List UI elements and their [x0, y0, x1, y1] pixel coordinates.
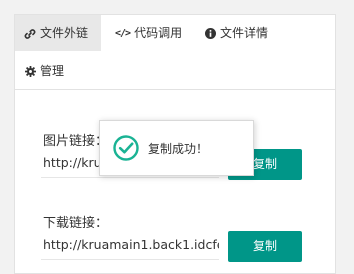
download-link-input[interactable] [41, 230, 219, 260]
code-icon: </> [115, 27, 131, 39]
copy-download-link-button[interactable]: 复制 [228, 231, 302, 262]
tab-code-embed-label: 代码调用 [134, 26, 183, 40]
info-circle-icon [205, 28, 216, 39]
tab-file-link[interactable]: 文件外链 [15, 15, 101, 51]
download-link-label: 下载链接： [43, 216, 109, 231]
gear-icon [25, 66, 36, 77]
tab-file-details[interactable]: 文件详情 [205, 15, 268, 51]
check-circle-icon [113, 135, 139, 161]
tab-file-link-label: 文件外链 [40, 26, 89, 40]
link-icon [24, 28, 36, 40]
tab-bar: 文件外链 </> 代码调用 文件详情 管理 [15, 15, 335, 90]
tab-file-details-label: 文件详情 [220, 26, 269, 40]
tab-manage-label: 管理 [40, 64, 65, 78]
tab-manage[interactable]: 管理 [25, 53, 64, 89]
copy-success-toast: 复制成功！ [99, 120, 254, 176]
toast-message: 复制成功！ [148, 142, 209, 156]
tab-code-embed[interactable]: </> 代码调用 [115, 15, 182, 51]
